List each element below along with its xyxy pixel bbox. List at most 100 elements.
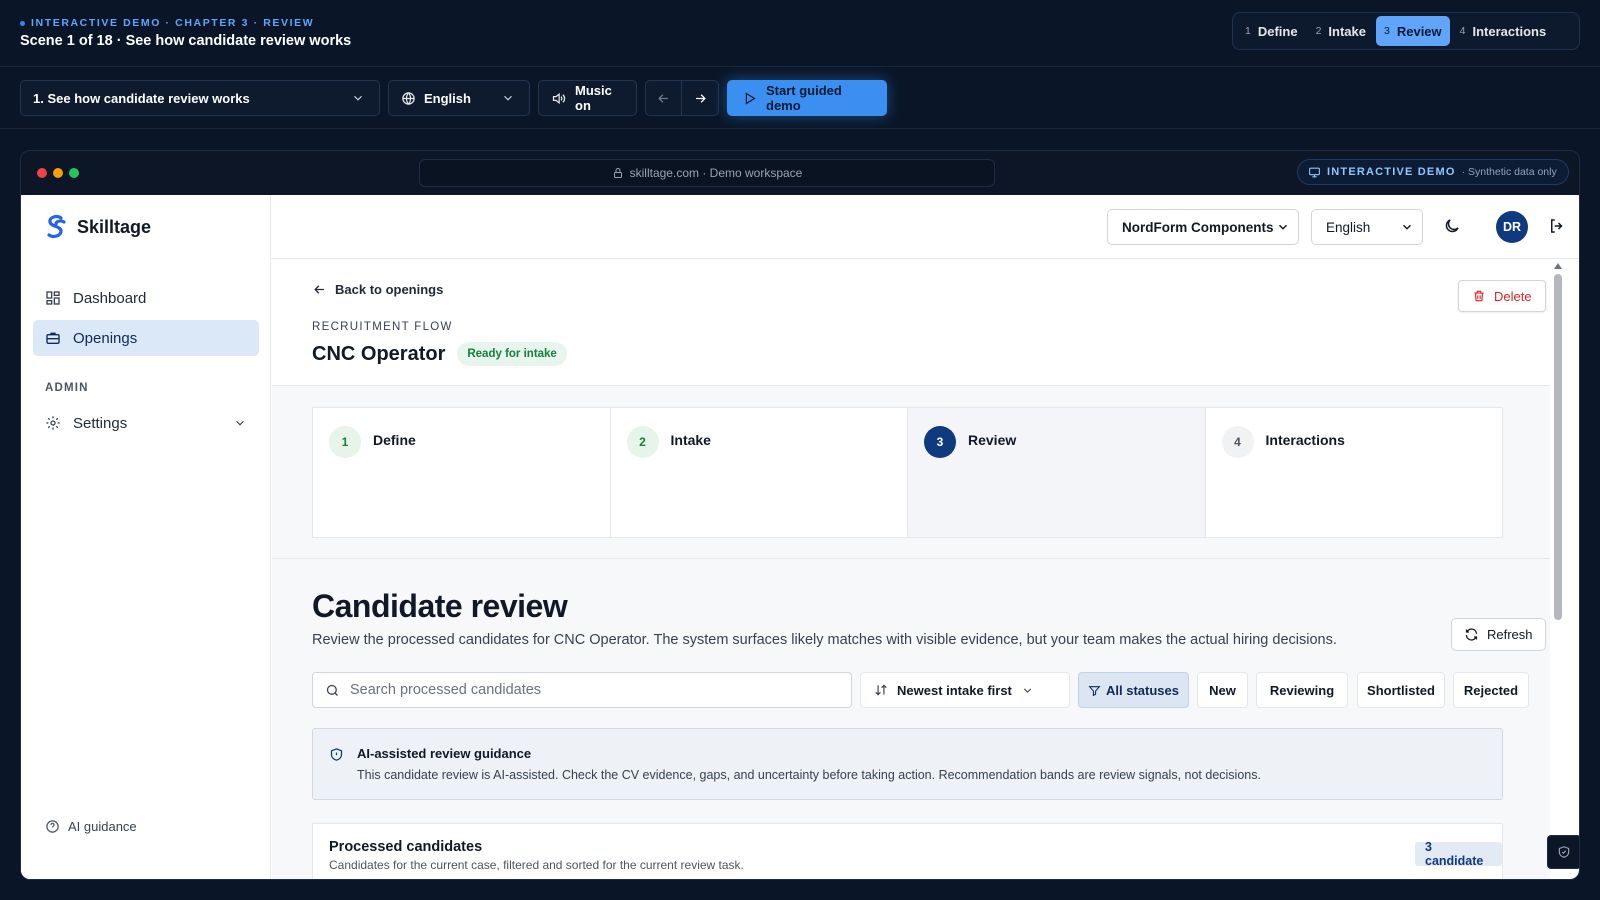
delete-button[interactable]: Delete [1458,280,1546,312]
company-select[interactable]: NordForm Components [1107,209,1299,245]
opening-header [272,260,1550,386]
sidebar-item-dashboard[interactable]: Dashboard [33,280,259,316]
section-description: Review the processed candidates for CNC … [312,632,1337,648]
refresh-button[interactable]: Refresh [1451,618,1546,651]
arrow-left-icon [312,282,327,297]
recruitment-flow-eyebrow: RECRUITMENT FLOW [312,321,453,333]
browser-window: skilltage.com · Demo workspace INTERACTI… [20,150,1580,880]
chapter-number: 1 [1245,25,1251,37]
filter-shortlisted[interactable]: Shortlisted [1357,672,1445,708]
step-label: Interactions [1265,432,1345,448]
ai-guidance-label: AI guidance [68,819,137,834]
step-label: Review [968,432,1017,448]
sort-icon [874,683,888,697]
address-text: skilltage.com · Demo workspace [629,166,803,180]
chevron-down-icon [1276,220,1290,234]
trash-icon [1472,289,1486,303]
demo-eyebrow: INTERACTIVE DEMO · CHAPTER 3 · REVIEW [20,17,314,29]
sort-select[interactable]: Newest intake first [860,672,1070,708]
filter-rejected[interactable]: Rejected [1453,672,1529,708]
language-select-value: English [1326,219,1371,235]
chapter-tab-review[interactable]: 3 Review [1376,16,1450,46]
chapter-number: 4 [1459,25,1466,37]
step-number: 1 [329,426,361,458]
section-title: Candidate review [312,588,568,624]
chapter-tab-define[interactable]: 1 Define [1237,16,1306,46]
avatar[interactable]: DR [1496,211,1528,243]
chapter-tab-interactions[interactable]: 4 Interactions [1452,16,1555,46]
chapter-number: 2 [1315,25,1322,37]
filter-reviewing[interactable]: Reviewing [1256,672,1348,708]
chapter-label: Interactions [1472,23,1547,39]
step-review[interactable]: 3 Review [908,408,1206,537]
logout-button[interactable] [1548,217,1566,235]
sidebar-item-settings[interactable]: Settings [33,405,259,441]
chapter-label: Review [1396,23,1442,39]
theme-toggle[interactable] [1443,217,1461,235]
chapter-tabs: 1 Define 2 Intake 3 Review 4 Interactions [1232,12,1580,50]
divider [0,128,1600,129]
demo-eyebrow-text: INTERACTIVE DEMO · CHAPTER 3 · REVIEW [31,17,315,29]
step-define[interactable]: 1 Define [313,408,611,537]
step-label: Intake [670,432,711,448]
shield-check-icon [1557,845,1571,859]
app-topbar: NordForm Components English DR [271,195,1579,259]
demo-language-select[interactable]: English [388,80,530,116]
music-label: Music on [575,83,612,113]
chevron-down-icon [233,416,247,430]
ai-guidance-panel: AI-assisted review guidance This candida… [312,728,1503,800]
maximize-dot[interactable] [69,168,79,178]
scene-select[interactable]: 1. See how candidate review works [20,80,380,116]
chapter-label: Define [1257,23,1298,39]
moon-icon [1443,217,1461,235]
delete-label: Delete [1494,288,1532,304]
lock-icon [612,167,624,179]
main-content: Back to openings Delete RECRUITMENT FLOW… [272,260,1550,879]
sidebar-item-openings[interactable]: Openings [33,320,259,356]
scene-title: Scene 1 of 18 · See how candidate review… [20,33,352,49]
sidebar: Skilltage Dashboard Openings ADMIN Setti… [21,195,271,879]
dashboard-icon [45,290,61,306]
address-bar[interactable]: skilltage.com · Demo workspace [419,159,995,187]
step-label: Define [373,432,416,448]
sort-value: Newest intake first [897,682,1012,698]
start-demo-button[interactable]: Start guided demo [727,80,887,116]
step-number: 3 [924,426,956,458]
shield-icon [329,747,344,762]
monitor-icon [1308,166,1321,179]
ai-guidance-link[interactable]: AI guidance [45,819,137,834]
next-scene-button[interactable] [682,81,718,115]
search-input[interactable]: Search processed candidates [312,672,852,708]
step-interactions[interactable]: 4 Interactions [1206,408,1503,537]
brand[interactable]: Skilltage [41,213,151,241]
minimize-dot[interactable] [53,168,63,178]
scroll-up-icon[interactable] [1554,263,1562,269]
prev-scene-button[interactable] [646,81,683,115]
scene-nav [645,80,719,116]
filter-icon [1088,684,1101,697]
guidance-title: AI-assisted review guidance [357,746,532,761]
filter-new[interactable]: New [1197,672,1248,708]
search-icon [325,683,340,698]
opening-title-row: CNC Operator Ready for intake [312,342,567,366]
chevron-down-icon [1021,684,1034,697]
guidance-text: This candidate review is AI-assisted. Ch… [357,768,1261,782]
chapter-tab-intake[interactable]: 2 Intake [1308,16,1374,46]
refresh-label: Refresh [1487,627,1533,642]
back-link[interactable]: Back to openings [312,282,443,297]
scrollbar[interactable] [1550,260,1566,879]
scrollbar-thumb[interactable] [1554,274,1562,620]
compliance-button[interactable] [1547,835,1579,869]
close-dot[interactable] [37,168,47,178]
step-intake[interactable]: 2 Intake [611,408,908,537]
window-controls [37,168,79,178]
filter-all-statuses[interactable]: All statuses [1078,672,1189,708]
chapter-number: 3 [1384,25,1390,37]
language-select[interactable]: English [1311,209,1423,245]
arrow-right-icon [693,91,708,106]
music-toggle[interactable]: Music on [538,80,637,116]
card-subtitle: Candidates for the current case, filtere… [329,858,744,872]
sidebar-item-label: Settings [73,414,128,432]
status-badge: Ready for intake [457,342,567,366]
briefcase-icon [45,330,61,346]
